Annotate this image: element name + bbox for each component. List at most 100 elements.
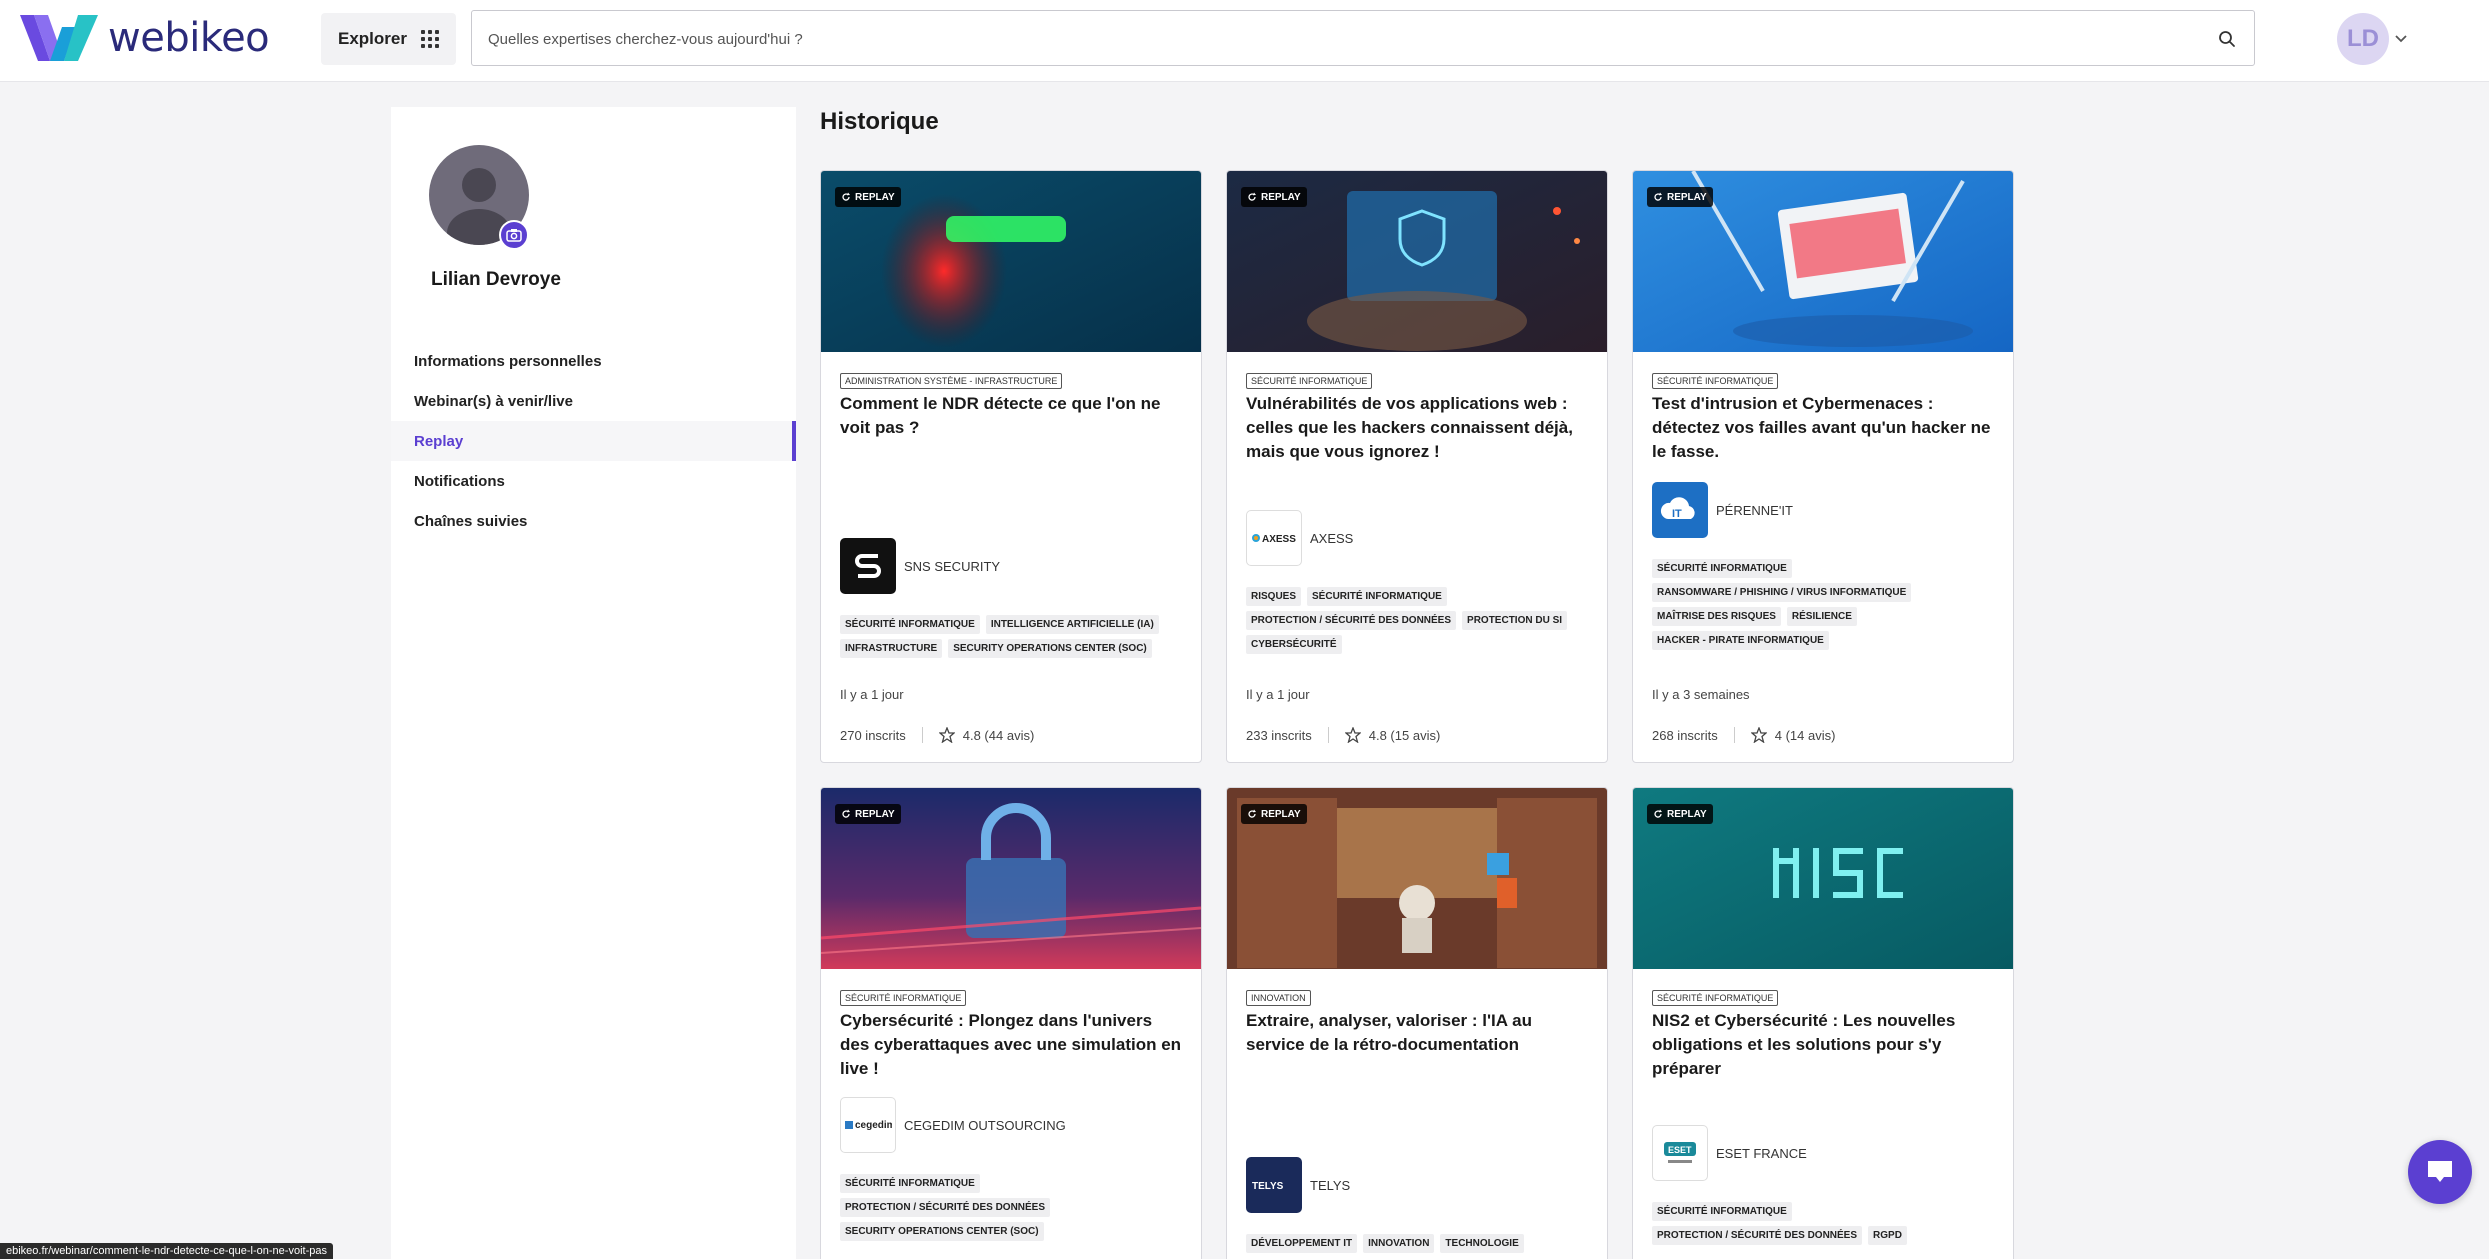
tag[interactable]: CYBERSÉCURITÉ <box>1246 635 1342 654</box>
tag-list: RISQUES SÉCURITÉ INFORMATIQUE PROTECTION… <box>1246 587 1596 654</box>
sidebar-item-upcoming-webinars[interactable]: Webinar(s) à venir/live <box>391 381 796 421</box>
sidebar-item-replay[interactable]: Replay <box>391 421 796 461</box>
tag[interactable]: PROTECTION DU SI <box>1462 611 1568 630</box>
webinar-title[interactable]: Vulnérabilités de vos applications web :… <box>1246 392 1591 464</box>
explorer-button[interactable]: Explorer <box>321 13 456 65</box>
search-bar <box>471 10 2255 66</box>
tag[interactable]: MAÎTRISE DES RISQUES <box>1652 607 1781 626</box>
webinar-title[interactable]: NIS2 et Cybersécurité : Les nouvelles ob… <box>1652 1009 1997 1081</box>
sidebar-item-label: Chaînes suivies <box>414 512 528 530</box>
webinar-title[interactable]: Test d'intrusion et Cybermenaces : détec… <box>1652 392 1997 464</box>
tag[interactable]: INFRASTRUCTURE <box>840 639 943 658</box>
star-icon <box>938 727 955 743</box>
org-name[interactable]: TELYS <box>1310 1178 1350 1193</box>
webinar-card[interactable]: REPLAY SÉCURITÉ INFORMATIQUE Test d'intr… <box>1632 170 2014 763</box>
replay-badge: REPLAY <box>1241 187 1307 207</box>
org-logo[interactable]: ESET <box>1652 1125 1708 1181</box>
replay-icon <box>842 809 850 818</box>
webinar-card[interactable]: REPLAY SÉCURITÉ INFORMATIQUE Vulnérabili… <box>1226 170 1608 763</box>
sidebar-item-label: Notifications <box>414 472 505 490</box>
webinar-title[interactable]: Extraire, analyser, valoriser : l'IA au … <box>1246 1009 1591 1057</box>
replay-label: REPLAY <box>855 191 895 203</box>
user-menu[interactable]: LD <box>2337 13 2407 65</box>
chat-bubble-icon <box>2428 1161 2452 1182</box>
tag[interactable]: RÉSILIENCE <box>1786 607 1857 626</box>
tag[interactable]: DÉVELOPPEMENT IT <box>1246 1234 1358 1253</box>
divider <box>1327 727 1329 743</box>
org-logo[interactable]: AXESS <box>1246 510 1302 566</box>
category-badge: SÉCURITÉ INFORMATIQUE <box>1652 990 1779 1006</box>
tag[interactable]: PROTECTION / SÉCURITÉ DES DONNÉES <box>840 1198 1051 1217</box>
webinar-card[interactable]: REPLAY SÉCURITÉ INFORMATIQUE Cybersécuri… <box>820 787 1202 1259</box>
webinar-card[interactable]: REPLAY ADMINISTRATION SYSTÈME - INFRASTR… <box>820 170 1202 763</box>
sidebar-item-label: Informations personnelles <box>414 352 602 370</box>
tag[interactable]: RISQUES <box>1246 587 1302 606</box>
rating: 4.8 (15 avis) <box>1368 727 1441 743</box>
organizer[interactable]: SNS SECURITY <box>840 538 1000 594</box>
org-logo[interactable] <box>840 538 896 594</box>
sidebar-item-label: Webinar(s) à venir/live <box>414 392 573 410</box>
avatar[interactable]: LD <box>2337 13 2389 65</box>
webinar-card[interactable]: REPLAY SÉCURITÉ INFORMATIQUE NIS2 et Cyb… <box>1632 787 2014 1259</box>
tag[interactable]: SÉCURITÉ INFORMATIQUE <box>840 1174 980 1193</box>
tag[interactable]: SECURITY OPERATIONS CENTER (SOC) <box>840 1222 1044 1241</box>
organizer[interactable]: cegedim CEGEDIM OUTSOURCING <box>840 1097 1066 1153</box>
tag[interactable]: RGPD <box>1868 1226 1907 1245</box>
org-name[interactable]: CEGEDIM OUTSOURCING <box>904 1118 1066 1133</box>
search-icon[interactable] <box>2218 30 2236 48</box>
search-input[interactable] <box>488 25 2188 53</box>
tag[interactable]: SECURITY OPERATIONS CENTER (SOC) <box>948 639 1152 658</box>
sidebar-item-notifications[interactable]: Notifications <box>391 461 796 501</box>
tag[interactable]: PROTECTION / SÉCURITÉ DES DONNÉES <box>1246 611 1457 630</box>
registrants-count: 268 inscrits <box>1652 727 1718 743</box>
sidebar-item-personal-info[interactable]: Informations personnelles <box>391 341 796 381</box>
org-name[interactable]: AXESS <box>1310 531 1353 546</box>
webinar-title[interactable]: Comment le NDR détecte ce que l'on ne vo… <box>840 392 1185 440</box>
tag-list: SÉCURITÉ INFORMATIQUE RANSOMWARE / PHISH… <box>1652 559 2002 650</box>
tag[interactable]: INTELLIGENCE ARTIFICIELLE (IA) <box>985 615 1159 634</box>
replay-icon <box>1654 809 1662 818</box>
tag[interactable]: HACKER - PIRATE INFORMATIQUE <box>1652 631 1829 650</box>
tag-list: SÉCURITÉ INFORMATIQUE INTELLIGENCE ARTIF… <box>840 615 1190 658</box>
webinar-card[interactable]: REPLAY INNOVATION Extraire, analyser, va… <box>1226 787 1608 1259</box>
rating: 4.8 (44 avis) <box>962 727 1035 743</box>
org-name[interactable]: SNS SECURITY <box>904 559 1000 574</box>
tag[interactable]: PROTECTION / SÉCURITÉ DES DONNÉES <box>1652 1226 1863 1245</box>
tag[interactable]: INNOVATION <box>1363 1234 1435 1253</box>
replay-label: REPLAY <box>1667 191 1707 203</box>
chevron-down-icon[interactable] <box>2395 35 2407 43</box>
organizer[interactable]: TELYS TELYS <box>1246 1157 1350 1213</box>
svg-text:AXESS: AXESS <box>1262 534 1296 545</box>
sidebar-item-followed-channels[interactable]: Chaînes suivies <box>391 501 796 541</box>
grid-menu-icon <box>420 30 439 48</box>
change-photo-button[interactable] <box>499 220 529 250</box>
star-icon <box>1344 727 1361 743</box>
tag[interactable]: TECHNOLOGIE <box>1440 1234 1524 1253</box>
status-bar-url: ebikeo.fr/webinar/comment-le-ndr-detecte… <box>0 1243 333 1259</box>
organizer[interactable]: IT PÉRENNE'IT <box>1652 482 1793 538</box>
published-time: Il y a 3 semaines <box>1652 687 1750 702</box>
published-time: Il y a 1 jour <box>840 687 904 702</box>
tag[interactable]: SÉCURITÉ INFORMATIQUE <box>1652 559 1792 578</box>
tag[interactable]: SÉCURITÉ INFORMATIQUE <box>840 615 980 634</box>
org-name[interactable]: ESET FRANCE <box>1716 1146 1807 1161</box>
tag-list: SÉCURITÉ INFORMATIQUE PROTECTION / SÉCUR… <box>1652 1202 1912 1245</box>
org-logo[interactable]: IT <box>1652 482 1708 538</box>
org-name[interactable]: PÉRENNE'IT <box>1716 503 1793 518</box>
tag[interactable]: SÉCURITÉ INFORMATIQUE <box>1307 587 1447 606</box>
org-logo[interactable]: TELYS <box>1246 1157 1302 1213</box>
eset-logo-icon: ESET <box>1664 1142 1696 1163</box>
tag-list: SÉCURITÉ INFORMATIQUE PROTECTION / SÉCUR… <box>840 1174 1060 1241</box>
organizer[interactable]: ESET ESET FRANCE <box>1652 1125 1807 1181</box>
organizer[interactable]: AXESS AXESS <box>1246 510 1353 566</box>
axess-logo-icon: AXESS <box>1252 534 1296 545</box>
org-logo[interactable]: cegedim <box>840 1097 896 1153</box>
webikeo-logo[interactable]: webikeo <box>20 10 270 66</box>
webinar-title[interactable]: Cybersécurité : Plongez dans l'univers d… <box>840 1009 1185 1081</box>
tag[interactable]: RANSOMWARE / PHISHING / VIRUS INFORMATIQ… <box>1652 583 1912 602</box>
published-time: Il y a 1 jour <box>1246 687 1310 702</box>
replay-icon <box>842 192 850 201</box>
logo-mark-icon <box>20 15 98 61</box>
tag[interactable]: SÉCURITÉ INFORMATIQUE <box>1652 1202 1792 1221</box>
chat-button[interactable] <box>2408 1140 2472 1204</box>
